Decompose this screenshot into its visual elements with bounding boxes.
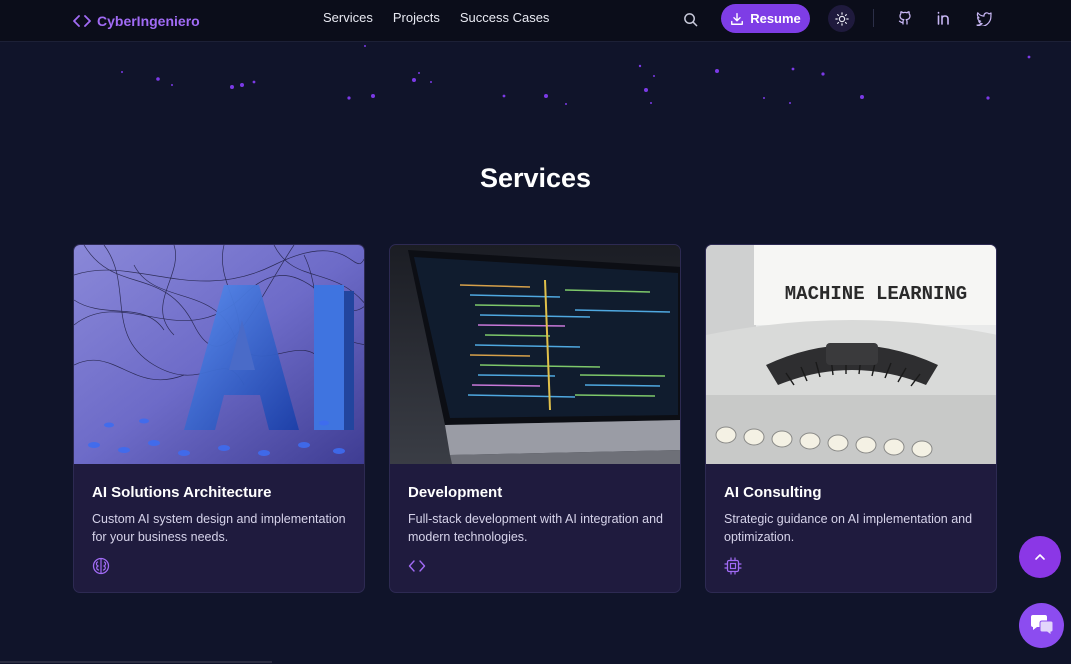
twitter-link[interactable] xyxy=(975,9,993,27)
brain-icon xyxy=(92,557,110,575)
github-icon xyxy=(898,11,911,25)
download-icon xyxy=(731,12,744,25)
nav-divider xyxy=(873,9,874,27)
search-button[interactable] xyxy=(680,9,700,29)
twitter-icon xyxy=(976,12,992,26)
github-link[interactable] xyxy=(896,9,914,27)
section-title: Services xyxy=(479,163,592,193)
typewriter-image: MACHINE LEARNING xyxy=(706,245,996,464)
brand-logo[interactable]: CyberIngeniero xyxy=(73,10,200,32)
nav-link-projects[interactable]: Projects xyxy=(393,11,440,25)
service-card-ai-consulting[interactable]: MACHINE LEARNING AI Consulting Strategic… xyxy=(705,244,997,593)
code-icon xyxy=(408,557,426,575)
card-description: Strategic guidance on AI implementation … xyxy=(724,512,973,544)
chat-button[interactable] xyxy=(1019,603,1064,648)
resume-label: Resume xyxy=(750,11,801,26)
code-brackets-icon xyxy=(73,15,91,27)
card-title: Development xyxy=(408,484,503,501)
typewriter-paper-text: MACHINE LEARNING xyxy=(785,283,967,305)
nav-link-services[interactable]: Services xyxy=(323,11,373,25)
card-description: Custom AI system design and implementati… xyxy=(92,512,346,544)
card-title: AI Consulting xyxy=(724,484,822,501)
laptop-code-image xyxy=(390,245,680,464)
card-description: Full-stack development with AI integrati… xyxy=(408,512,663,544)
nav-link-success-cases[interactable]: Success Cases xyxy=(460,11,550,25)
brand-name: CyberIngeniero xyxy=(97,13,200,29)
nav-links: Services Projects Success Cases xyxy=(323,11,569,25)
resume-button[interactable]: Resume xyxy=(721,4,810,33)
chat-icon xyxy=(1030,614,1053,636)
search-icon xyxy=(683,12,697,26)
scroll-to-top-button[interactable] xyxy=(1019,536,1061,578)
page-bottom-edge xyxy=(0,661,272,663)
ai-3d-letters-image xyxy=(74,245,364,464)
service-card-ai-architecture[interactable]: AI Solutions Architecture Custom AI syst… xyxy=(73,244,365,593)
card-title: AI Solutions Architecture xyxy=(92,484,272,501)
navbar: CyberIngeniero Services Projects Success… xyxy=(0,0,1071,42)
chevron-up-icon xyxy=(1035,554,1045,560)
linkedin-link[interactable] xyxy=(935,9,953,27)
linkedin-icon xyxy=(937,11,949,25)
service-card-development[interactable]: Development Full-stack development with … xyxy=(389,244,681,593)
cpu-icon xyxy=(724,557,742,575)
sun-icon xyxy=(834,11,849,26)
particles-background xyxy=(121,45,1031,105)
theme-toggle-button[interactable] xyxy=(828,5,855,32)
